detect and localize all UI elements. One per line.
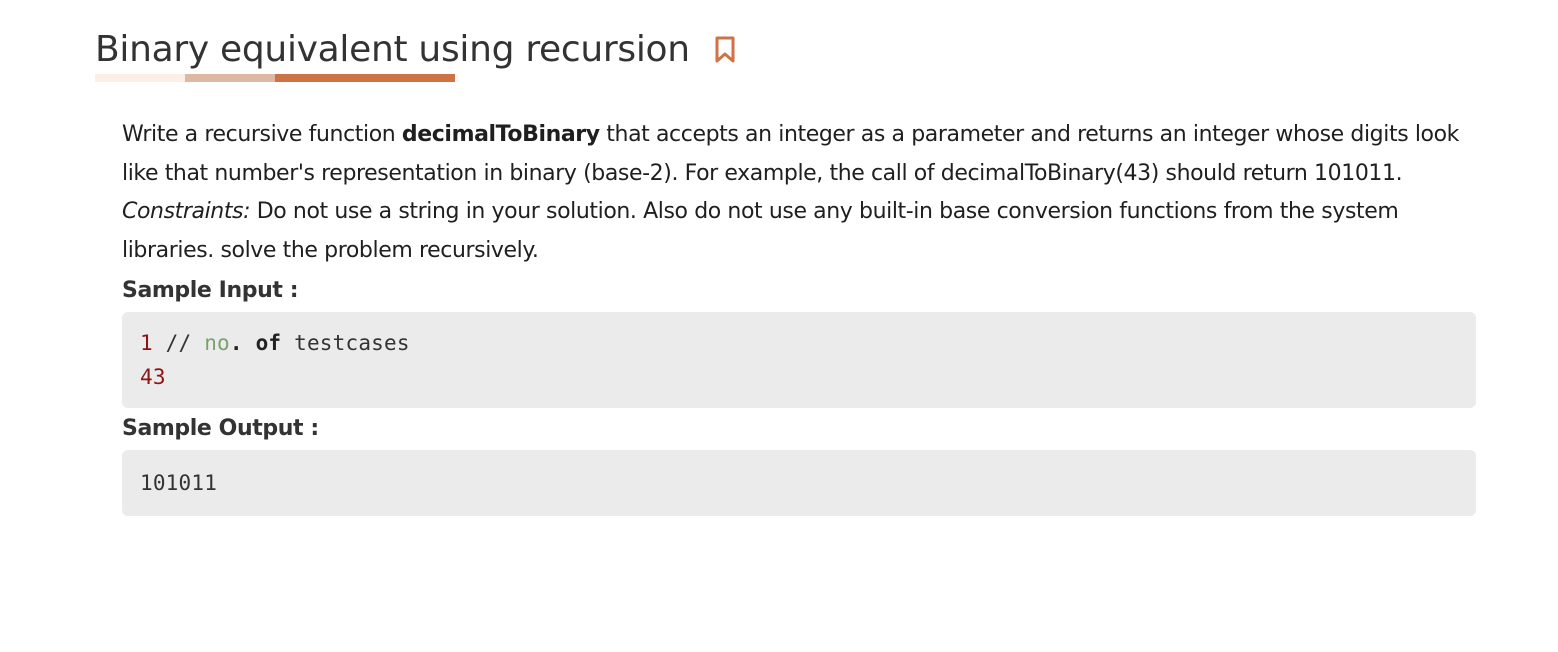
problem-content: Write a recursive function decimalToBina… — [122, 116, 1476, 516]
testcase-count: 1 — [140, 331, 153, 355]
underline-segment-light — [95, 74, 185, 82]
constraints-label: Constraints: — [122, 199, 251, 224]
comment-dot: . — [229, 331, 243, 355]
comment-slashes: // — [152, 331, 205, 355]
bookmark-icon[interactable] — [712, 35, 738, 65]
output-value: 101011 — [140, 471, 218, 495]
problem-constraints: Constraints: Do not use a string in your… — [122, 193, 1476, 270]
sample-output-label: Sample Output : — [122, 416, 319, 441]
comment-no: no — [204, 331, 230, 355]
comment-rest: testcases — [281, 331, 410, 355]
title-underline — [95, 74, 455, 82]
underline-segment-mid — [185, 74, 275, 82]
input-value: 43 — [140, 365, 166, 389]
sample-output-box: 101011 — [122, 450, 1476, 516]
page-title: Binary equivalent using recursion — [95, 29, 690, 70]
title-row: Binary equivalent using recursion — [95, 26, 738, 74]
sample-input-label: Sample Input : — [122, 278, 299, 303]
comment-of: of — [242, 331, 282, 355]
constraints-text: Do not use a string in your solution. Al… — [122, 199, 1399, 263]
intro-text: Write a recursive function — [122, 122, 402, 147]
bookmark-icon-svg — [715, 36, 735, 63]
problem-description: Write a recursive function decimalToBina… — [122, 116, 1476, 193]
underline-segment-accent — [275, 74, 455, 82]
sample-input-box: 1 // no. of testcases 43 — [122, 312, 1476, 408]
function-name: decimalToBinary — [401, 122, 600, 147]
